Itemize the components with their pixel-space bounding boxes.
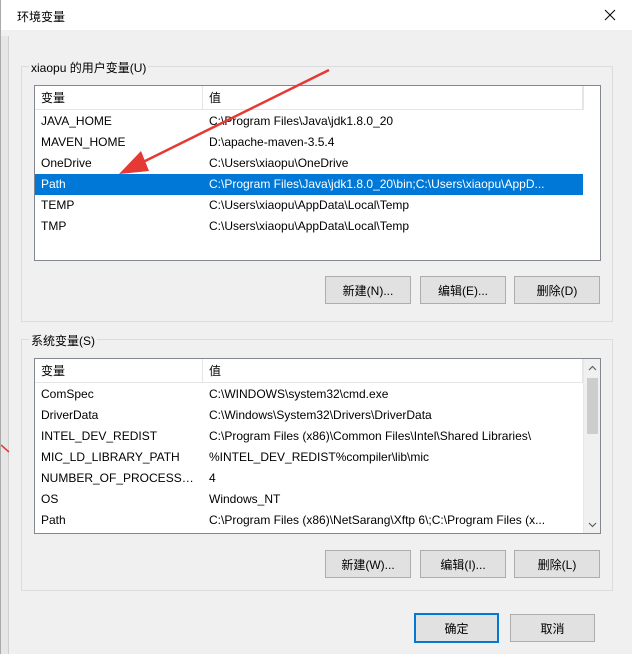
system-row[interactable]: OS Windows_NT (35, 489, 583, 510)
window-title: 环境变量 (17, 10, 66, 24)
column-header-variable[interactable]: 变量 (35, 86, 203, 110)
user-edit-button[interactable]: 编辑(E)... (420, 276, 506, 304)
variable-value: 4 (209, 471, 216, 485)
variable-value: Windows_NT (209, 492, 281, 506)
system-list-scrollbar[interactable] (583, 359, 600, 533)
system-variables-list[interactable]: 变量 值 ComSpec C:\WINDOWS\system32\cmd.exe D… (34, 358, 601, 534)
chevron-up-icon (588, 365, 597, 370)
system-new-button[interactable]: 新建(W)... (325, 550, 411, 578)
column-header-value[interactable]: 值 (203, 86, 583, 110)
chevron-down-icon (588, 522, 597, 527)
variable-name: OS (41, 492, 59, 506)
variable-name: Path (41, 513, 66, 527)
variable-name: DriverData (41, 408, 99, 422)
variable-value: C:\Program Files (x86)\NetSarang\Xftp 6\… (209, 513, 546, 527)
user-row[interactable]: Path C:\Program Files\Java\jdk1.8.0_20\bi… (35, 174, 583, 195)
variable-name: TMP (41, 219, 67, 233)
variable-name: JAVA_HOME (41, 114, 112, 128)
system-row[interactable]: Path C:\Program Files (x86)\NetSarang\Xft… (35, 510, 583, 531)
user-row[interactable]: TMP C:\Users\xiaopu\AppData\Local\Temp (35, 216, 583, 237)
user-row[interactable]: JAVA_HOME C:\Program Files\Java\jdk1.8.0_… (35, 111, 583, 132)
system-row[interactable]: DriverData C:\Windows\System32\Drivers\Dr… (35, 405, 583, 426)
user-rows: JAVA_HOME C:\Program Files\Java\jdk1.8.0_… (35, 111, 583, 237)
variable-value: C:\WINDOWS\system32\cmd.exe (209, 387, 389, 401)
variable-value: C:\Windows\System32\Drivers\DriverData (209, 408, 432, 422)
column-header-value[interactable]: 值 (203, 359, 583, 383)
cancel-button[interactable]: 取消 (510, 614, 595, 642)
variable-value: C:\Program Files (x86)\Common Files\Inte… (209, 429, 532, 443)
system-rows: ComSpec C:\WINDOWS\system32\cmd.exe Driver… (35, 384, 583, 531)
variable-name: OneDrive (41, 156, 92, 170)
user-row[interactable]: OneDrive C:\Users\xiaopu\OneDrive (35, 153, 583, 174)
user-variables-list[interactable]: 变量 值 JAVA_HOME C:\Program Files\Java\jdk1… (34, 85, 601, 261)
user-row[interactable]: MAVEN_HOME D:\apache-maven-3.5.4 (35, 132, 583, 153)
scroll-down-button[interactable] (584, 516, 600, 533)
user-delete-button[interactable]: 删除(D) (514, 276, 600, 304)
variable-value: C:\Users\xiaopu\AppData\Local\Temp (209, 219, 410, 233)
variable-value: C:\Users\xiaopu\OneDrive (209, 156, 349, 170)
scroll-thumb[interactable] (587, 378, 598, 434)
variable-name: MIC_LD_LIBRARY_PATH (41, 450, 180, 464)
user-row[interactable]: TEMP C:\Users\xiaopu\AppData\Local\Temp (35, 195, 583, 216)
variable-value: C:\Program Files\Java\jdk1.8.0_20\bin;C:… (209, 177, 545, 191)
system-delete-button[interactable]: 删除(L) (514, 550, 600, 578)
system-edit-button[interactable]: 编辑(I)... (420, 550, 506, 578)
user-new-button[interactable]: 新建(N)... (325, 276, 411, 304)
ok-button[interactable]: 确定 (414, 613, 499, 643)
user-variables-label: xiaopu 的用户变量(U) (29, 59, 149, 76)
system-row[interactable]: ComSpec C:\WINDOWS\system32\cmd.exe (35, 384, 583, 405)
environment-variables-dialog: 环境变量 xiaopu 的用户变量(U) 变量 值 JAVA_HOME C:\Pr… (0, 0, 632, 654)
variable-name: MAVEN_HOME (41, 135, 126, 149)
system-row[interactable]: MIC_LD_LIBRARY_PATH %INTEL_DEV_REDIST%com… (35, 447, 583, 468)
user-list-scrollbar[interactable] (583, 86, 600, 110)
variable-value: %INTEL_DEV_REDIST%compiler\lib\mic (209, 450, 430, 464)
system-row[interactable]: INTEL_DEV_REDIST C:\Program Files (x86)\C… (35, 426, 583, 447)
variable-name: INTEL_DEV_REDIST (41, 429, 158, 443)
system-row[interactable]: NUMBER_OF_PROCESSORS 4 (35, 468, 583, 489)
variable-name: TEMP (41, 198, 75, 212)
close-button[interactable] (587, 0, 632, 30)
background-window-edge (1, 36, 9, 654)
variable-name: Path (41, 177, 66, 191)
variable-value: C:\Users\xiaopu\AppData\Local\Temp (209, 198, 410, 212)
variable-name: NUMBER_OF_PROCESSORS (41, 471, 203, 485)
user-list-header: 变量 值 (35, 86, 583, 110)
title-bar[interactable]: 环境变量 (1, 0, 632, 30)
variable-name: ComSpec (41, 387, 94, 401)
system-variables-label: 系统变量(S) (29, 332, 97, 349)
scroll-up-button[interactable] (584, 359, 600, 376)
system-list-header: 变量 值 (35, 359, 583, 383)
column-header-variable[interactable]: 变量 (35, 359, 203, 383)
close-icon (604, 9, 616, 21)
variable-value: D:\apache-maven-3.5.4 (209, 135, 335, 149)
variable-value: C:\Program Files\Java\jdk1.8.0_20 (209, 114, 394, 128)
